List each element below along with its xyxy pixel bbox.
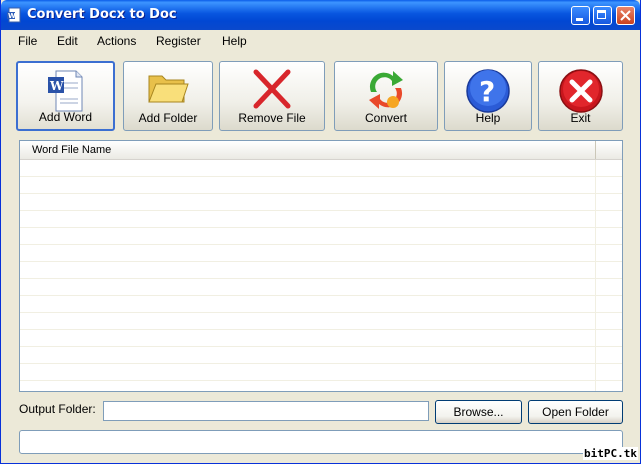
minimize-button[interactable]	[571, 6, 590, 25]
watermark: bitPC.tk	[583, 447, 638, 460]
menu-actions[interactable]: Actions	[97, 34, 136, 48]
column-header-label: Word File Name	[32, 144, 112, 156]
menu-bar: File Edit Actions Register Help	[1, 30, 640, 52]
add-word-label: Add Word	[38, 110, 93, 124]
help-label: Help	[475, 111, 501, 125]
window-title: Convert Docx to Doc	[27, 7, 177, 22]
column-header-word-file-name[interactable]: Word File Name	[20, 141, 596, 159]
svg-text:W: W	[8, 12, 16, 20]
menu-register[interactable]: Register	[156, 34, 201, 48]
remove-file-label: Remove File	[238, 111, 306, 125]
help-button[interactable]: ? Help	[444, 61, 532, 131]
exit-label: Exit	[570, 111, 591, 125]
maximize-button[interactable]	[593, 6, 612, 25]
table-row	[20, 313, 622, 330]
convert-button[interactable]: Convert	[334, 61, 438, 131]
table-row	[20, 296, 622, 313]
convert-label: Convert	[364, 111, 408, 125]
table-row	[20, 262, 622, 279]
table-row	[20, 279, 622, 296]
menu-help[interactable]: Help	[222, 34, 247, 48]
add-word-button[interactable]: W Add Word	[16, 61, 115, 131]
browse-button[interactable]: Browse...	[435, 400, 522, 424]
table-row	[20, 177, 622, 194]
list-header: Word File Name	[20, 141, 622, 160]
app-icon: W	[7, 7, 21, 23]
convert-arrows-icon	[369, 71, 403, 109]
output-folder-label: Output Folder:	[19, 402, 96, 416]
add-folder-label: Add Folder	[138, 111, 198, 125]
table-row	[20, 245, 622, 262]
column-divider	[595, 160, 596, 391]
close-button[interactable]	[616, 6, 635, 25]
exit-button[interactable]: Exit	[538, 61, 623, 131]
svg-text:W: W	[49, 79, 64, 93]
file-list-rows	[20, 160, 622, 381]
close-icon	[620, 10, 631, 21]
question-mark-icon: ?	[466, 69, 510, 113]
table-row	[20, 228, 622, 245]
file-list[interactable]: Word File Name	[19, 140, 623, 392]
table-row	[20, 194, 622, 211]
add-folder-button[interactable]: Add Folder	[123, 61, 213, 131]
status-bar	[19, 430, 623, 454]
exit-x-icon	[558, 69, 603, 113]
remove-file-button[interactable]: Remove File	[219, 61, 325, 131]
title-bar: W Convert Docx to Doc	[1, 0, 640, 30]
table-row	[20, 347, 622, 364]
output-folder-input[interactable]	[103, 401, 429, 421]
word-document-icon: W	[47, 70, 82, 112]
open-folder-button[interactable]: Open Folder	[528, 400, 623, 424]
app-window: W Convert Docx to Doc File Edit Actions …	[0, 0, 641, 464]
menu-edit[interactable]: Edit	[57, 34, 78, 48]
table-row	[20, 211, 622, 228]
table-row	[20, 330, 622, 347]
table-row	[20, 160, 622, 177]
menu-file[interactable]: File	[18, 34, 37, 48]
red-x-icon	[253, 69, 291, 109]
folder-icon	[148, 75, 189, 103]
table-row	[20, 364, 622, 381]
svg-text:?: ?	[479, 75, 495, 108]
